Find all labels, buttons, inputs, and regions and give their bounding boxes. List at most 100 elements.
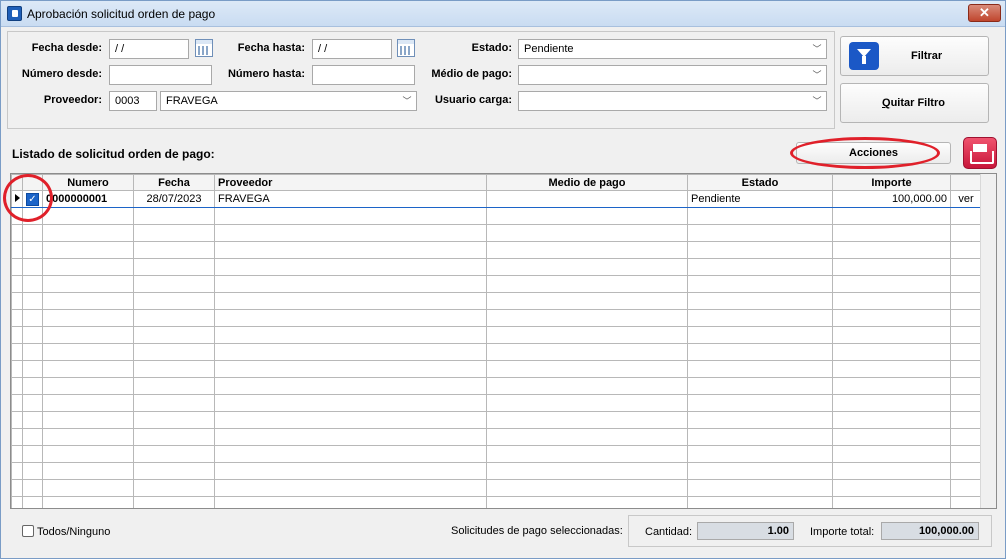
table-row-empty [11, 394, 982, 412]
empty-cell [133, 309, 215, 327]
empty-cell [950, 462, 982, 480]
chevron-down-icon: ﹀ [812, 96, 822, 106]
usuario-carga-select[interactable]: ﹀ [518, 91, 827, 111]
empty-cell [11, 428, 23, 446]
empty-cell [687, 241, 833, 259]
ver-link[interactable]: ver [950, 190, 982, 208]
empty-cell [832, 326, 951, 344]
empty-cell [687, 292, 833, 310]
empty-cell [486, 462, 688, 480]
empty-cell [950, 224, 982, 242]
fecha-hasta-input[interactable]: / / [312, 39, 392, 59]
cell-numero: 0000000001 [42, 190, 134, 208]
empty-cell [214, 428, 487, 446]
close-icon: ✕ [979, 5, 990, 20]
empty-cell [42, 377, 134, 395]
vertical-scrollbar[interactable] [980, 174, 996, 508]
numero-hasta-label: Número hasta: [227, 68, 305, 80]
empty-cell [950, 258, 982, 276]
empty-cell [832, 207, 951, 225]
empty-cell [687, 258, 833, 276]
empty-cell [133, 428, 215, 446]
checkbox-checked-icon: ✓ [26, 192, 39, 206]
empty-cell [486, 360, 688, 378]
empty-cell [133, 343, 215, 361]
table-row-empty [11, 360, 982, 378]
importe-total-value: 100,000.00 [881, 522, 979, 540]
chevron-down-icon: ﹀ [812, 70, 822, 80]
empty-cell [832, 377, 951, 395]
table-row[interactable]: ✓ 0000000001 28/07/2023 FRAVEGA Pendient… [11, 190, 982, 208]
table-row-empty [11, 428, 982, 446]
empty-cell [687, 275, 833, 293]
empty-cell [486, 241, 688, 259]
empty-cell [214, 462, 487, 480]
numero-hasta-input[interactable] [312, 65, 415, 85]
col-fecha-header[interactable]: Fecha [133, 174, 215, 191]
empty-cell [22, 224, 43, 242]
empty-cell [214, 258, 487, 276]
filtrar-button[interactable]: Filtrar [840, 36, 989, 76]
col-estado-header[interactable]: Estado [687, 174, 833, 191]
table-row-empty [11, 326, 982, 344]
table-row-empty [11, 411, 982, 429]
empty-cell [133, 224, 215, 242]
empty-cell [687, 428, 833, 446]
empty-cell [950, 207, 982, 225]
col-proveedor-header[interactable]: Proveedor [214, 174, 487, 191]
empty-cell [832, 428, 951, 446]
empty-cell [214, 207, 487, 225]
empty-cell [832, 479, 951, 497]
proveedor-label: Proveedor: [43, 94, 102, 106]
todos-ninguno-label: Todos/Ninguno [37, 526, 111, 538]
empty-cell [22, 343, 43, 361]
empty-cell [214, 445, 487, 463]
quitar-filtro-text: uitar Filtro [890, 97, 945, 109]
empty-cell [22, 445, 43, 463]
empty-cell [214, 326, 487, 344]
todos-ninguno-checkbox[interactable] [22, 525, 34, 537]
fecha-desde-calendar-icon[interactable] [195, 39, 213, 57]
empty-cell [832, 462, 951, 480]
empty-cell [11, 258, 23, 276]
proveedor-code-input[interactable]: 0003 [109, 91, 157, 111]
empty-cell [11, 462, 23, 480]
empty-cell [950, 411, 982, 429]
empty-cell [133, 326, 215, 344]
print-button[interactable] [963, 137, 997, 169]
empty-cell [214, 496, 487, 508]
medio-pago-select[interactable]: ﹀ [518, 65, 827, 85]
table-row-empty [11, 462, 982, 480]
col-medio-pago-header[interactable]: Medio de pago [486, 174, 688, 191]
empty-cell [950, 309, 982, 327]
quitar-filtro-button[interactable]: Quitar Filtro [840, 83, 989, 123]
empty-cell [950, 343, 982, 361]
acciones-button[interactable]: Acciones [796, 142, 951, 164]
empty-cell [486, 292, 688, 310]
fecha-desde-label: Fecha desde: [31, 42, 102, 54]
fecha-hasta-calendar-icon[interactable] [397, 39, 415, 57]
empty-cell [133, 496, 215, 508]
empty-cell [832, 411, 951, 429]
empty-cell [42, 224, 134, 242]
empty-cell [832, 309, 951, 327]
empty-cell [214, 241, 487, 259]
col-action-header [950, 174, 982, 191]
empty-cell [214, 479, 487, 497]
numero-desde-input[interactable] [109, 65, 212, 85]
close-button[interactable]: ✕ [968, 4, 1001, 22]
row-select-checkbox[interactable]: ✓ [22, 190, 43, 208]
empty-cell [214, 224, 487, 242]
empty-cell [832, 496, 951, 508]
empty-cell [133, 360, 215, 378]
col-numero-header[interactable]: Numero [42, 174, 134, 191]
estado-select[interactable]: Pendiente ﹀ [518, 39, 827, 59]
proveedor-select[interactable]: FRAVEGA ﹀ [160, 91, 417, 111]
fecha-desde-input[interactable]: / / [109, 39, 189, 59]
table-row-empty [11, 275, 982, 293]
empty-cell [832, 394, 951, 412]
col-importe-header[interactable]: Importe [832, 174, 951, 191]
empty-cell [42, 496, 134, 508]
empty-cell [42, 445, 134, 463]
empty-cell [950, 360, 982, 378]
